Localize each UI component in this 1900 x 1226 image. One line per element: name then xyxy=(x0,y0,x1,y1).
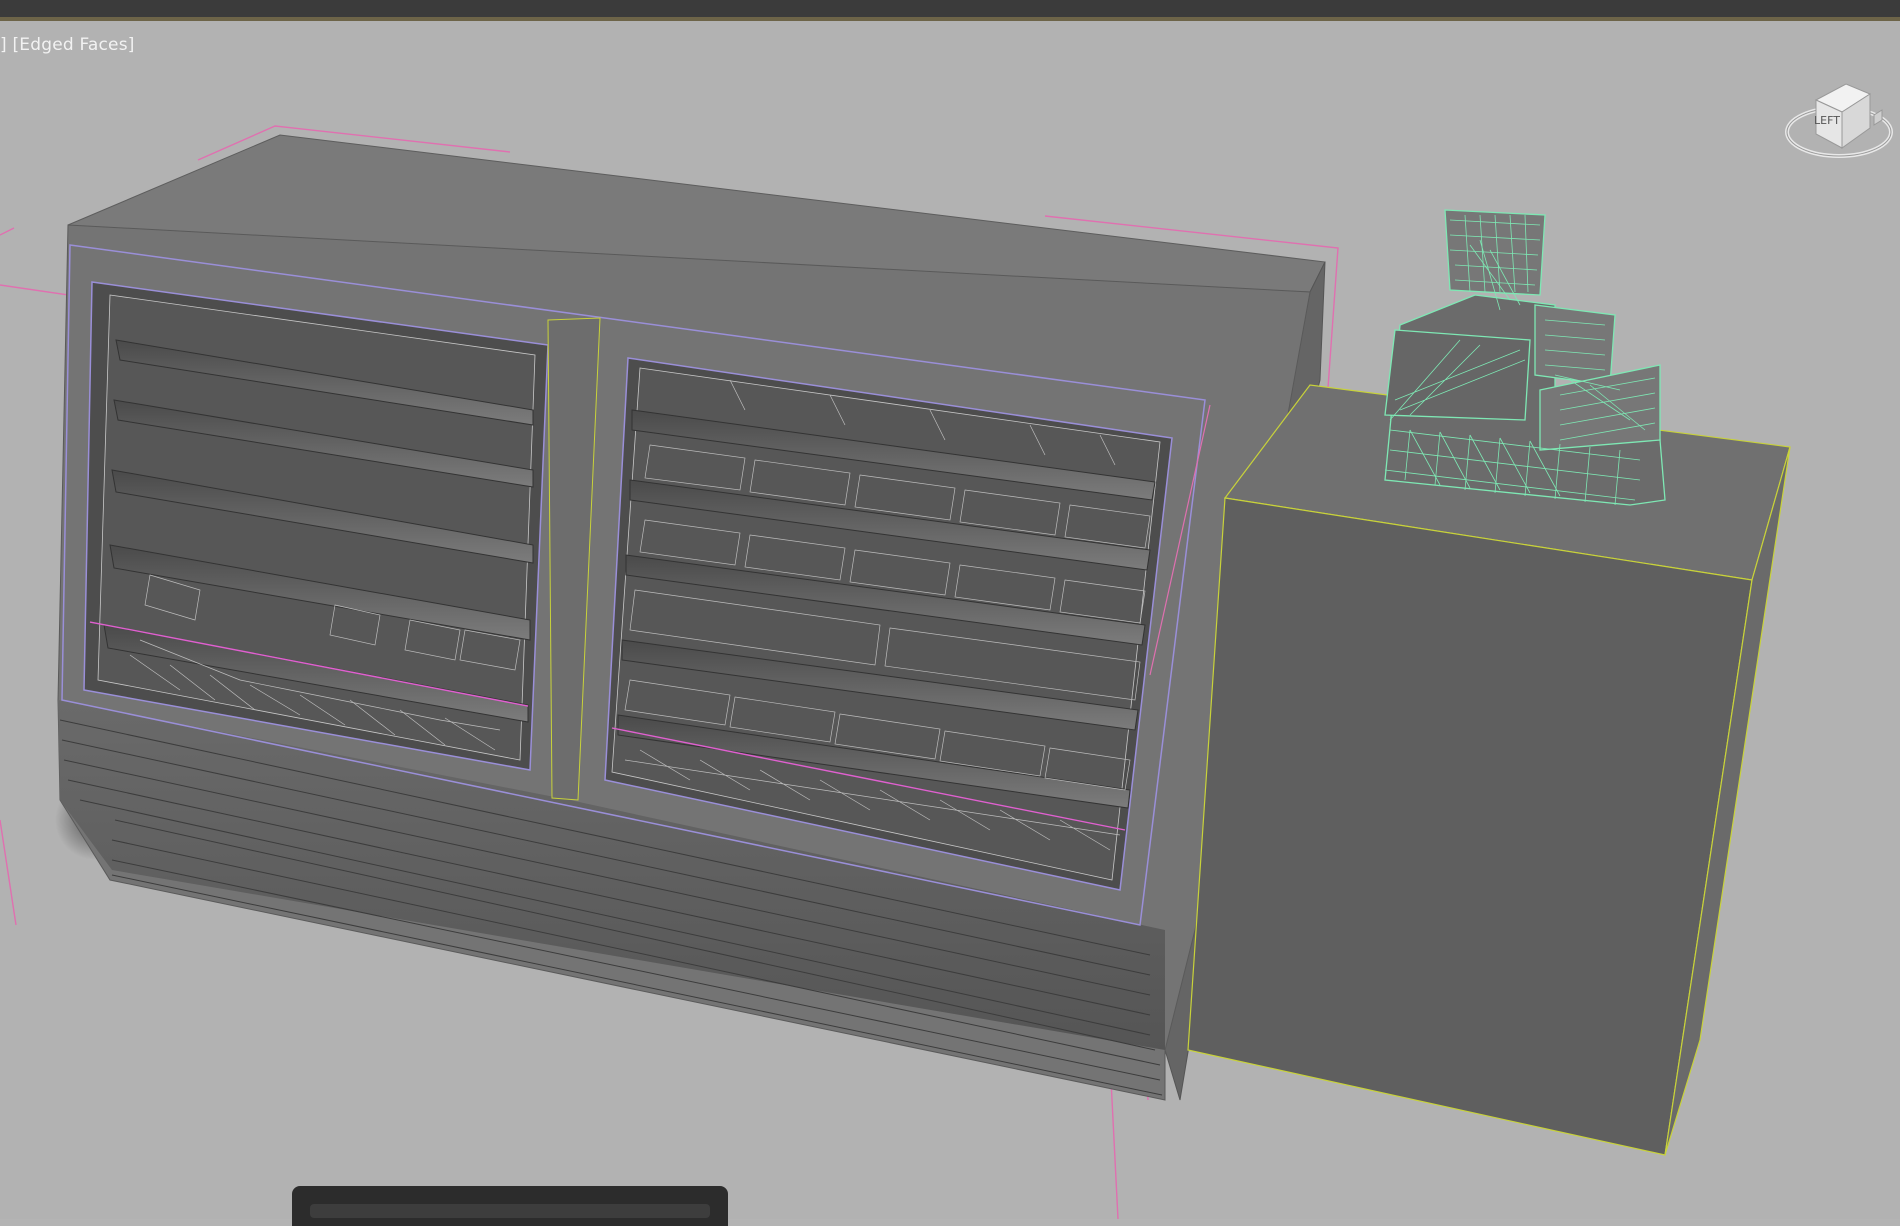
bottom-panel-track[interactable] xyxy=(310,1204,710,1218)
bottom-panel xyxy=(292,1186,728,1226)
selected-boxes[interactable] xyxy=(1384,209,1666,506)
box-medium xyxy=(1534,304,1616,386)
viewcube-face-label: LEFT xyxy=(1814,114,1840,127)
pedestal-box[interactable] xyxy=(1187,384,1791,1156)
display-fridge[interactable] xyxy=(57,134,1326,1101)
pedestal-front xyxy=(1187,497,1753,1156)
viewcube-arrow-icon[interactable] xyxy=(1873,109,1883,126)
scene-canvas[interactable] xyxy=(0,0,1900,1219)
